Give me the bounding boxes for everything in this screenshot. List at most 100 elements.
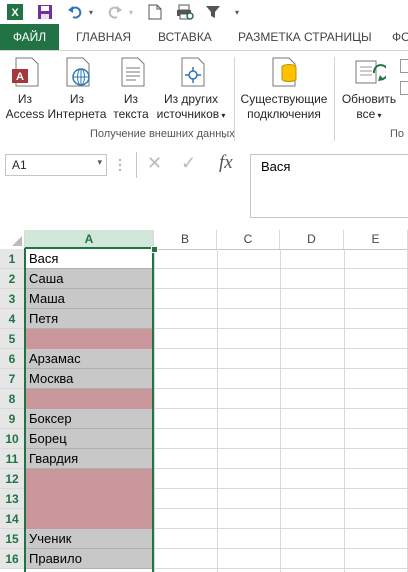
cell-a9[interactable]: Боксер — [25, 409, 154, 429]
column-header-b[interactable]: B — [154, 230, 217, 249]
row-header[interactable]: 6 — [0, 349, 25, 369]
select-all-button[interactable] — [0, 230, 25, 249]
group-dialog-launcher-icon[interactable]: ⌄ — [221, 131, 228, 140]
cell-a7[interactable]: Москва — [25, 369, 154, 389]
row-header[interactable]: 1 — [0, 249, 25, 269]
print-preview-icon[interactable] — [176, 3, 194, 21]
row-header[interactable]: 9 — [0, 409, 25, 429]
partial-button-icon[interactable] — [400, 59, 408, 73]
row-header[interactable]: 12 — [0, 469, 25, 489]
dropdown-arrow-icon: ▾ — [219, 111, 226, 120]
tab-file[interactable]: ФАЙЛ — [0, 24, 59, 50]
fill-handle[interactable] — [151, 246, 158, 253]
row-header[interactable]: 11 — [0, 449, 25, 469]
cell-a4[interactable]: Петя — [25, 309, 154, 329]
grid-line — [154, 468, 408, 469]
grid-line — [154, 288, 408, 289]
row-header[interactable]: 5 — [0, 329, 25, 349]
cell-a12[interactable] — [25, 469, 154, 489]
grid-line — [154, 488, 408, 489]
row-header[interactable]: 2 — [0, 269, 25, 289]
redo-icon[interactable] — [106, 3, 124, 21]
cell-a5[interactable] — [25, 329, 154, 349]
existing-connections-label-1: Существующие — [240, 92, 328, 106]
column-header-a[interactable]: A — [25, 230, 154, 249]
cell-a11[interactable]: Гвардия — [25, 449, 154, 469]
cell-a10[interactable]: Борец — [25, 429, 154, 449]
formula-input[interactable]: Вася — [250, 154, 408, 218]
row-header[interactable]: 8 — [0, 389, 25, 409]
ribbon-data: A Из Access Из Интернета Из текста Из др… — [0, 50, 408, 148]
from-text-button[interactable]: Из текста — [110, 55, 152, 122]
existing-connections-label-2: подключения — [247, 107, 321, 121]
save-icon[interactable] — [36, 3, 54, 21]
from-other-sources-button[interactable]: Из других источников ▾ — [150, 55, 232, 123]
undo-icon[interactable] — [66, 3, 84, 21]
formula-content: Вася — [261, 159, 291, 174]
from-other-sources-label-2: источников ▾ — [150, 107, 232, 123]
column-header-d[interactable]: D — [280, 230, 344, 249]
from-web-button[interactable]: Из Интернета — [46, 55, 108, 122]
row-header[interactable]: 10 — [0, 429, 25, 449]
from-web-label-1: Из — [69, 92, 85, 106]
row-header[interactable]: 15 — [0, 529, 25, 549]
new-document-icon[interactable] — [146, 3, 164, 21]
customize-toolbar-icon[interactable]: ▾ — [232, 3, 242, 21]
grid-line — [154, 328, 408, 329]
row-header[interactable]: 16 — [0, 549, 25, 569]
name-box[interactable]: A1 ▾ — [5, 154, 107, 176]
cell-a13[interactable] — [25, 489, 154, 509]
row-header[interactable]: 13 — [0, 489, 25, 509]
existing-connections-button[interactable]: Существующие подключения — [237, 55, 331, 122]
refresh-all-label-2: все ▾ — [338, 107, 400, 123]
cancel-icon[interactable]: ✕ — [147, 153, 162, 174]
globe-page-icon — [60, 55, 94, 89]
cell-a1[interactable]: Вася — [25, 249, 154, 269]
row-header[interactable]: 7 — [0, 369, 25, 389]
tab-home[interactable]: ГЛАВНАЯ — [76, 24, 131, 50]
filter-icon[interactable] — [204, 3, 222, 21]
name-box-dropdown-icon[interactable]: ▾ — [97, 157, 102, 168]
row-header[interactable]: 14 — [0, 509, 25, 529]
quick-access-toolbar: X ▾ ▾ ▾ — [0, 0, 408, 24]
grid-line — [154, 548, 408, 549]
insert-function-icon[interactable]: fx — [219, 152, 233, 174]
cell-a2[interactable]: Саша — [25, 269, 154, 289]
cell-a15[interactable]: Ученик — [25, 529, 154, 549]
cell-a6[interactable]: Арзамас — [25, 349, 154, 369]
column-header-c[interactable]: C — [217, 230, 280, 249]
enter-icon[interactable]: ✓ — [181, 153, 196, 174]
tab-formulas[interactable]: ФО — [392, 24, 408, 50]
row-header[interactable]: 4 — [0, 309, 25, 329]
cell-a3[interactable]: Маша — [25, 289, 154, 309]
refresh-all-button[interactable]: Обновить все ▾ — [338, 55, 400, 123]
grid-line — [344, 249, 345, 572]
ribbon-tabs: ФАЙЛ ГЛАВНАЯ ВСТАВКА РАЗМЕТКА СТРАНИЦЫ Ф… — [0, 24, 408, 50]
text-file-icon — [114, 55, 148, 89]
access-database-icon: A — [8, 55, 42, 89]
grid-line — [154, 508, 408, 509]
svg-text:X: X — [11, 7, 19, 19]
refresh-all-label-1: Обновить — [341, 92, 397, 106]
worksheet-grid[interactable]: 1 Вася 2 Саша 3 Маша 4 Петя 5 6 Арзамас 7 Москва 8 9 Бо… — [0, 246, 408, 572]
group-label-connections-partial: По — [390, 128, 405, 140]
dropdown-arrow-icon: ▾ — [375, 111, 382, 120]
row-header[interactable]: 3 — [0, 289, 25, 309]
tab-page-layout[interactable]: РАЗМЕТКА СТРАНИЦЫ — [238, 24, 372, 50]
redo-dropdown-icon[interactable]: ▾ — [126, 3, 136, 21]
group-label-get-external-data: Получение внешних данных — [90, 128, 235, 140]
formula-bar-grip-icon[interactable] — [118, 156, 122, 174]
from-text-label-2: текста — [113, 107, 149, 121]
cell-a16[interactable]: Правило — [25, 549, 154, 569]
tab-insert[interactable]: ВСТАВКА — [158, 24, 212, 50]
undo-dropdown-icon[interactable]: ▾ — [86, 3, 96, 21]
svg-text:A: A — [16, 71, 24, 83]
from-access-button[interactable]: A Из Access — [4, 55, 46, 122]
partial-button-icon[interactable] — [400, 81, 408, 95]
grid-line — [154, 348, 408, 349]
grid-line — [154, 408, 408, 409]
cell-a14[interactable] — [25, 509, 154, 529]
column-header-e[interactable]: E — [344, 230, 408, 249]
other-sources-icon — [174, 55, 208, 89]
cell-a8[interactable] — [25, 389, 154, 409]
